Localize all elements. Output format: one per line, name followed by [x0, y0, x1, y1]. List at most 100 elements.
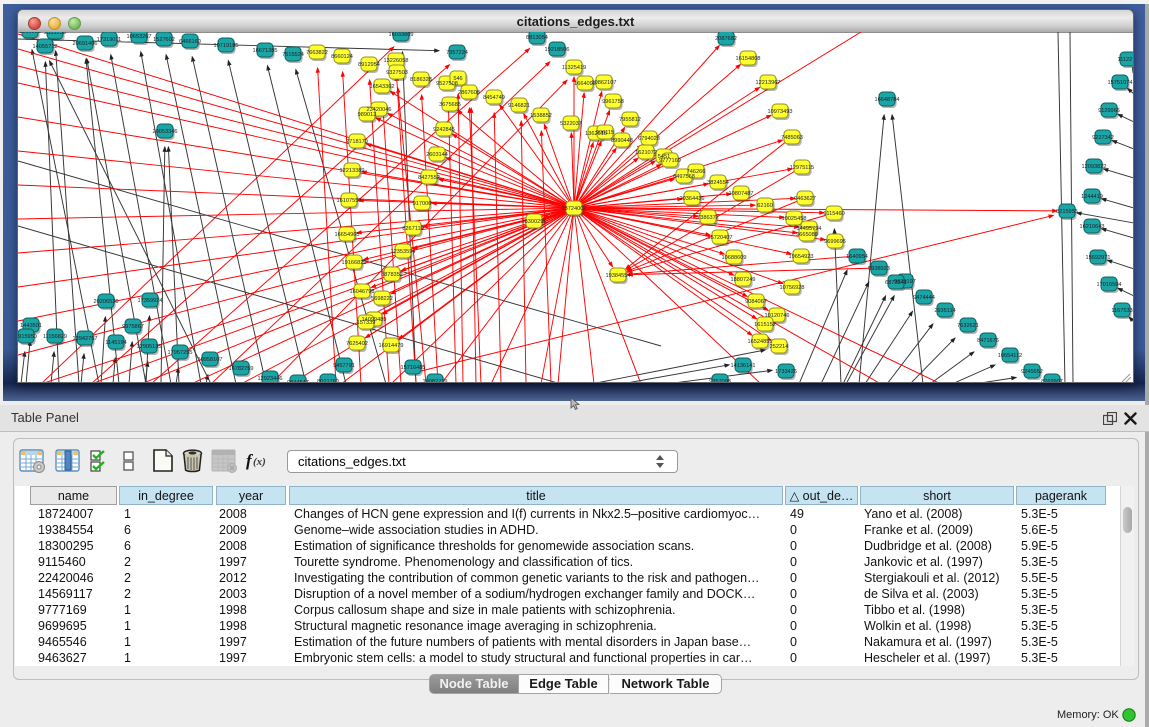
svg-text:252214: 252214 [770, 344, 789, 350]
svg-text:8813054: 8813054 [526, 35, 548, 41]
svg-text:15716485: 15716485 [401, 365, 426, 371]
svg-text:546: 546 [453, 76, 462, 82]
svg-text:9944547: 9944547 [287, 380, 309, 383]
svg-text:20364436: 20364436 [680, 196, 705, 202]
svg-text:8990448: 8990448 [611, 138, 633, 144]
svg-text:16033809: 16033809 [389, 32, 414, 38]
svg-text:17957255: 17957255 [168, 350, 193, 356]
svg-text:9245652: 9245652 [1021, 369, 1043, 375]
svg-text:3915950: 3915950 [18, 334, 37, 340]
svg-text:989013: 989013 [358, 112, 377, 118]
svg-text:9665089: 9665089 [796, 232, 818, 238]
svg-text:5698222: 5698222 [371, 296, 393, 302]
svg-text:7625402: 7625402 [346, 341, 368, 347]
svg-text:12905135: 12905135 [137, 344, 162, 350]
svg-text:10688609: 10688609 [722, 255, 747, 261]
svg-text:746266: 746266 [687, 169, 706, 175]
svg-text:17016504: 17016504 [1097, 282, 1122, 288]
svg-text:62160: 62160 [757, 203, 773, 209]
svg-text:1443501: 1443501 [20, 323, 42, 329]
svg-text:996115: 996115 [596, 130, 614, 136]
svg-text:9474444: 9474444 [913, 295, 935, 301]
svg-text:18300295: 18300295 [522, 219, 547, 225]
svg-text:8186328: 8186328 [410, 77, 432, 83]
svg-text:10025458: 10025458 [782, 216, 807, 222]
svg-text:19218506: 19218506 [545, 47, 570, 53]
svg-text:12942757: 12942757 [73, 336, 98, 342]
svg-text:16648784: 16648784 [875, 97, 900, 103]
svg-text:13226058: 13226058 [384, 58, 409, 64]
svg-text:19166829: 19166829 [342, 260, 367, 266]
svg-text:8471676: 8471676 [977, 338, 999, 344]
svg-text:1819585: 1819585 [19, 32, 41, 35]
svg-text:16154808: 16154808 [736, 56, 761, 62]
svg-text:7515524: 7515524 [282, 52, 304, 58]
svg-text:1640954: 1640954 [846, 254, 868, 260]
svg-text:1615152: 1615152 [754, 322, 776, 328]
svg-text:7955812: 7955812 [619, 117, 641, 123]
svg-text:917006: 917006 [413, 201, 432, 207]
svg-text:16210643: 16210643 [1080, 224, 1105, 230]
svg-text:17359924: 17359924 [138, 298, 163, 304]
svg-text:7485063: 7485063 [781, 135, 803, 141]
svg-text:6794028: 6794028 [638, 136, 660, 142]
svg-text:11325419: 11325419 [562, 65, 586, 71]
svg-text:17319011: 17319011 [97, 37, 121, 43]
svg-text:8267110: 8267110 [402, 226, 423, 232]
svg-text:16046798: 16046798 [350, 289, 375, 295]
svg-text:1112276: 1112276 [1118, 57, 1134, 63]
svg-text:8215955: 8215955 [1056, 209, 1078, 215]
svg-text:20053346: 20053346 [153, 129, 178, 135]
svg-text:12093822: 12093822 [1082, 164, 1107, 170]
svg-text:2351235: 2351235 [44, 32, 66, 36]
svg-text:6873341: 6873341 [885, 280, 907, 286]
svg-text:2603144: 2603144 [426, 152, 448, 158]
svg-text:14055712: 14055712 [33, 44, 58, 50]
svg-text:1145194: 1145194 [105, 340, 126, 346]
svg-text:1733426: 1733426 [775, 369, 797, 375]
svg-text:16671385: 16671385 [253, 48, 278, 54]
svg-text:10120746: 10120746 [765, 313, 790, 319]
svg-text:9084067: 9084067 [745, 299, 767, 305]
svg-text:10082219: 10082219 [423, 379, 448, 383]
svg-text:10654112: 10654112 [998, 353, 1022, 359]
svg-text:18724007: 18724007 [562, 206, 587, 212]
svg-text:3824554: 3824554 [707, 180, 729, 186]
svg-text:9975867: 9975867 [122, 324, 144, 330]
svg-text:9699695: 9699695 [824, 239, 846, 245]
svg-text:16543362: 16543362 [370, 84, 395, 90]
svg-text:8878352: 8878352 [381, 272, 403, 278]
svg-text:14136141: 14136141 [731, 363, 756, 369]
svg-text:1167533: 1167533 [1111, 308, 1132, 314]
svg-text:8021760: 8021760 [317, 379, 339, 383]
svg-text:7632621: 7632621 [957, 323, 979, 329]
svg-text:16782759: 16782759 [229, 366, 254, 372]
svg-text:10756928: 10756928 [780, 285, 805, 291]
svg-text:8454749: 8454749 [483, 95, 505, 101]
svg-text:1527602: 1527602 [153, 37, 175, 43]
svg-text:8660124: 8660124 [331, 54, 353, 60]
svg-text:9115460: 9115460 [823, 211, 844, 217]
svg-text:12213967: 12213967 [756, 80, 781, 86]
svg-text:1244419: 1244419 [1081, 194, 1103, 200]
svg-text:16914479: 16914479 [379, 343, 404, 349]
svg-text:15751074: 15751074 [1108, 80, 1133, 86]
svg-text:8912954: 8912954 [358, 62, 380, 68]
svg-text:9227342: 9227342 [1092, 135, 1114, 141]
svg-text:15720407: 15720407 [708, 235, 733, 241]
svg-text:20206536: 20206536 [94, 299, 119, 305]
svg-text:9357098: 9357098 [709, 379, 731, 383]
svg-text:1664092: 1664092 [574, 81, 596, 87]
svg-text:10973493: 10973493 [768, 109, 793, 115]
svg-text:5938923: 5938923 [868, 266, 890, 272]
svg-text:(x): (x) [253, 456, 266, 468]
svg-text:18807249: 18807249 [731, 277, 756, 283]
svg-text:8769907: 8769907 [1041, 379, 1063, 383]
svg-text:16107553: 16107553 [337, 198, 362, 204]
svg-text:6466160: 6466160 [179, 39, 201, 45]
svg-text:9242845: 9242845 [433, 127, 455, 133]
svg-text:11156829: 11156829 [43, 334, 67, 340]
svg-text:7386372: 7386372 [697, 215, 719, 221]
svg-text:9129966: 9129966 [1098, 108, 1120, 114]
svg-text:15692971: 15692971 [1086, 255, 1111, 261]
